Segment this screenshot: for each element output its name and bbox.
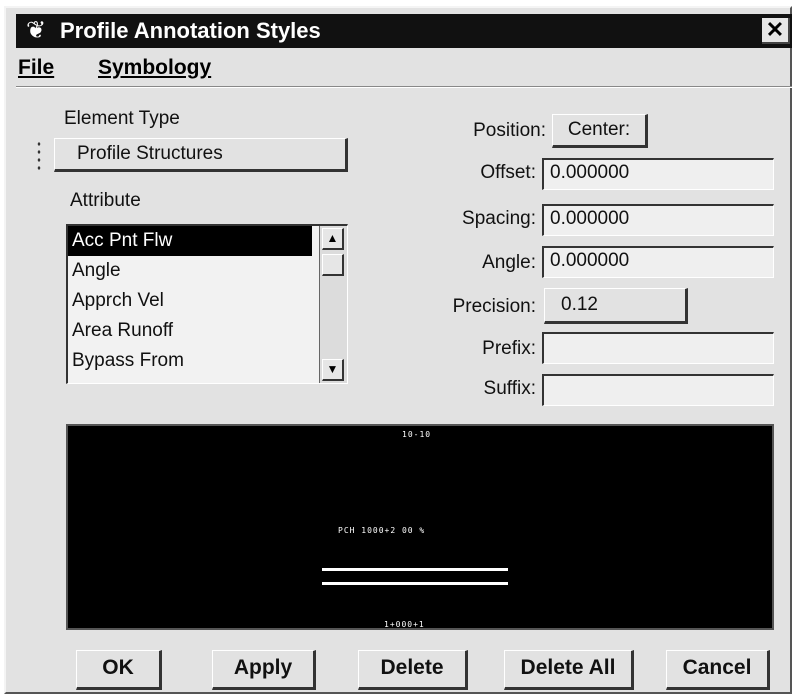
preview-bottom-label: 1+000+1	[384, 620, 425, 629]
position-label: Position:	[473, 120, 546, 141]
list-item[interactable]: Angle	[68, 256, 312, 286]
precision-label: Precision:	[452, 296, 536, 317]
spacing-field[interactable]: 0.000000	[542, 204, 774, 236]
title-bar[interactable]: ❦ Profile Annotation Styles ✕	[16, 14, 792, 48]
apply-button[interactable]: Apply	[212, 650, 316, 690]
offset-label: Offset:	[480, 162, 536, 183]
spacing-label: Spacing:	[462, 208, 536, 229]
menu-divider	[16, 86, 792, 88]
attribute-list[interactable]: Acc Pnt Flw Angle Apprch Vel Area Runoff…	[66, 224, 348, 384]
menu-bar: File Symbology	[16, 52, 792, 84]
attribute-items: Acc Pnt Flw Angle Apprch Vel Area Runoff…	[68, 226, 312, 376]
offset-field[interactable]: 0.000000	[542, 158, 774, 190]
attribute-label: Attribute	[70, 190, 141, 211]
scroll-down-arrow-icon[interactable]: ▼	[322, 359, 344, 381]
delete-all-button[interactable]: Delete All	[504, 650, 634, 690]
dialog-window: ❦ Profile Annotation Styles ✕ File Symbo…	[4, 6, 792, 694]
drag-handle-dots[interactable]	[36, 140, 42, 170]
preview-top-label: 10-10	[402, 430, 432, 439]
window-title: Profile Annotation Styles	[60, 18, 321, 43]
angle-label: Angle:	[482, 252, 536, 273]
preview-annotation-text: PCH 1000+2 00 %	[338, 526, 426, 535]
suffix-label: Suffix:	[483, 378, 536, 399]
attribute-scrollbar[interactable]: ▲ ▼	[319, 226, 347, 383]
tree-icon: ❦	[25, 17, 47, 44]
list-item[interactable]: Area Runoff	[68, 316, 312, 346]
suffix-field[interactable]	[542, 374, 774, 406]
preview-line-upper	[322, 568, 508, 571]
close-button[interactable]: ✕	[762, 18, 790, 44]
list-item[interactable]: Apprch Vel	[68, 286, 312, 316]
menu-symbology[interactable]: Symbology	[98, 56, 211, 80]
list-item-selected[interactable]: Acc Pnt Flw	[68, 226, 312, 256]
precision-dropdown[interactable]: 0.12	[544, 288, 688, 324]
preview-canvas: 10-10 PCH 1000+2 00 % 1+000+1	[66, 424, 774, 630]
scroll-up-arrow-icon[interactable]: ▲	[322, 228, 344, 250]
delete-button[interactable]: Delete	[358, 650, 468, 690]
position-dropdown[interactable]: Center:	[552, 114, 648, 148]
prefix-label: Prefix:	[482, 338, 536, 359]
list-item[interactable]: Bypass From	[68, 346, 312, 376]
element-type-dropdown[interactable]: Profile Structures	[54, 138, 348, 172]
scroll-thumb[interactable]	[322, 254, 344, 276]
menu-file[interactable]: File	[18, 56, 54, 80]
angle-field[interactable]: 0.000000	[542, 246, 774, 278]
cancel-button[interactable]: Cancel	[666, 650, 770, 690]
prefix-field[interactable]	[542, 332, 774, 364]
preview-line-lower	[322, 582, 508, 585]
ok-button[interactable]: OK	[76, 650, 162, 690]
element-type-label: Element Type	[64, 108, 180, 129]
